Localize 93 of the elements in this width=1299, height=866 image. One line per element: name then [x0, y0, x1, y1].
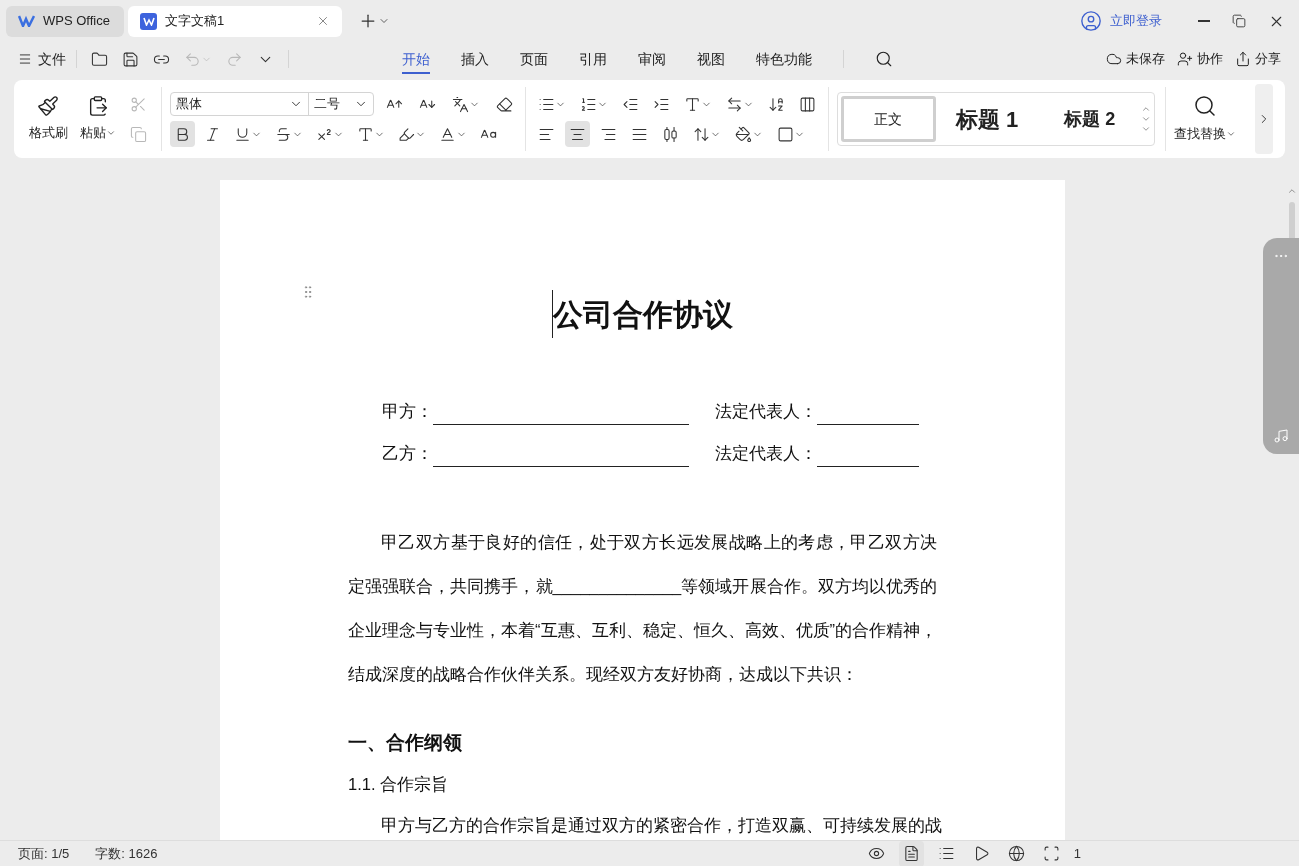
body-paragraph: 甲乙双方基于良好的信任，处于双方长远发展战略上的考虑，甲乙双方决定强强联合，共同携手，就______________等领域开展合作。双方均以优秀的企业理念与专业性，本着“互惠、互利、稳定、恒久、高效、优质”的合作精神，结成深度的战略合作伙伴关系。现经双方友好协商，达成以下共识： — [348, 531, 937, 686]
ribbon-tab[interactable]: 视图 — [697, 44, 725, 74]
outline-view-icon — [937, 845, 955, 862]
find-replace-label: 查找替换 — [1174, 124, 1236, 144]
line-spacing-icon — [693, 125, 710, 143]
login-link[interactable]: 立即登录 — [1080, 10, 1162, 32]
sort-icon — [768, 95, 785, 113]
page-view-button[interactable] — [898, 840, 924, 866]
paintbrush-icon — [37, 95, 59, 118]
user-plus-icon — [1177, 51, 1193, 67]
border-icon — [777, 125, 794, 143]
paste-button[interactable]: 粘贴 — [76, 95, 120, 143]
style-option[interactable]: 正文 — [841, 96, 936, 142]
ribbon-tab[interactable]: 插入 — [461, 44, 489, 74]
text-direction-icon — [684, 95, 701, 113]
page-view-icon — [902, 845, 920, 862]
style-option[interactable]: 标题 1 — [935, 96, 1039, 142]
font-color-icon — [439, 125, 456, 143]
eraser-icon — [496, 95, 513, 113]
find-replace-button[interactable]: 查找替换 — [1174, 94, 1236, 144]
document-title: 公司合作协议 — [553, 300, 733, 328]
font-size-dropdown[interactable]: 二号 — [309, 93, 373, 115]
ribbon-tab[interactable]: 特色功能 — [756, 44, 812, 74]
ribbon-tab[interactable]: 引用 — [579, 44, 607, 74]
web-view-icon — [1007, 845, 1025, 862]
highlighter-icon — [398, 125, 415, 143]
scroll-up-icon — [1287, 186, 1297, 196]
cloud-action-button[interactable]: 未保存 — [1106, 49, 1165, 69]
share-icon — [1235, 51, 1251, 67]
party-label: 甲方： — [382, 401, 433, 423]
search-icon — [1193, 94, 1217, 119]
cut-icon — [130, 95, 147, 113]
bold-button[interactable] — [170, 121, 195, 147]
clipboard-icon — [87, 95, 109, 118]
open-icon — [91, 50, 108, 68]
search-button[interactable] — [875, 50, 893, 68]
menu-icon — [18, 52, 32, 66]
word-count: 字数: 1626 — [95, 844, 158, 863]
paint-bucket-icon — [735, 125, 752, 143]
user-avatar-icon — [1080, 10, 1102, 32]
document-tab[interactable]: WPS Office — [6, 5, 124, 37]
ribbon-tab[interactable]: 开始 — [402, 44, 430, 74]
music-icon — [1273, 428, 1289, 444]
style-option[interactable]: 标题 2 — [1038, 96, 1141, 142]
restore-button[interactable] — [1232, 14, 1246, 28]
tab-label: 文字文稿1 — [165, 12, 226, 31]
file-menu-button[interactable]: 文件 — [18, 48, 66, 70]
section-heading: 一、合作纲领 — [348, 730, 463, 755]
swap-icon — [726, 95, 743, 113]
undo-icon — [184, 50, 201, 68]
caret-icon — [106, 128, 116, 138]
restore-icon — [1232, 14, 1246, 28]
strikethrough-icon — [275, 125, 292, 143]
scroll-down-icon — [1141, 114, 1151, 124]
scroll-up-icon — [1141, 104, 1151, 114]
format-painter-button[interactable]: 格式刷 — [26, 95, 70, 143]
body-paragraph: 甲方与乙方的合作宗旨是通过双方的紧密合作，打造双赢、可持续发展的战 — [380, 814, 943, 837]
reading-mode-icon — [867, 845, 885, 862]
collab-action-button[interactable]: 协作 — [1177, 49, 1223, 69]
redo-icon — [226, 50, 243, 68]
numbered-list-icon — [580, 95, 597, 113]
copy-icon — [130, 125, 147, 143]
save-icon — [122, 50, 139, 68]
ribbon-tab[interactable]: 页面 — [520, 44, 548, 74]
minimize-icon — [1198, 20, 1210, 22]
align-distribute-icon — [662, 125, 679, 143]
phonetic-icon — [452, 95, 469, 113]
close-icon — [316, 14, 330, 28]
caret-icon — [1226, 129, 1236, 139]
align-center-button[interactable] — [565, 121, 590, 147]
italic-icon — [204, 125, 221, 143]
subsection-heading: 1.1. 合作宗旨 — [348, 774, 450, 797]
underline-icon — [234, 125, 251, 143]
page-count: 页面: 1/5 — [18, 844, 70, 863]
columns-icon — [799, 95, 816, 113]
representative-label: 法定代表人： — [715, 442, 817, 465]
document-tab[interactable]: 文字文稿1 — [128, 5, 342, 37]
tab-label: WPS Office — [43, 12, 111, 31]
paste-label: 粘贴 — [80, 123, 116, 143]
share-action-button[interactable]: 分享 — [1235, 49, 1281, 69]
font-name-dropdown[interactable]: 黑体 — [171, 93, 309, 115]
writer-doc-icon — [140, 12, 157, 30]
party-label: 乙方： — [382, 442, 433, 465]
close-tab-button[interactable] — [316, 14, 330, 28]
representative-label: 法定代表人： — [715, 401, 817, 423]
ribbon-tab[interactable]: 审阅 — [638, 44, 666, 74]
text-effect-icon — [357, 125, 374, 143]
wps-logo-icon — [18, 15, 35, 27]
fullscreen-icon — [1042, 845, 1060, 862]
zoom-level: 1 — [1073, 844, 1081, 863]
expand-icon — [1141, 124, 1151, 134]
cloud-icon — [1106, 51, 1122, 67]
search-icon — [875, 50, 893, 68]
